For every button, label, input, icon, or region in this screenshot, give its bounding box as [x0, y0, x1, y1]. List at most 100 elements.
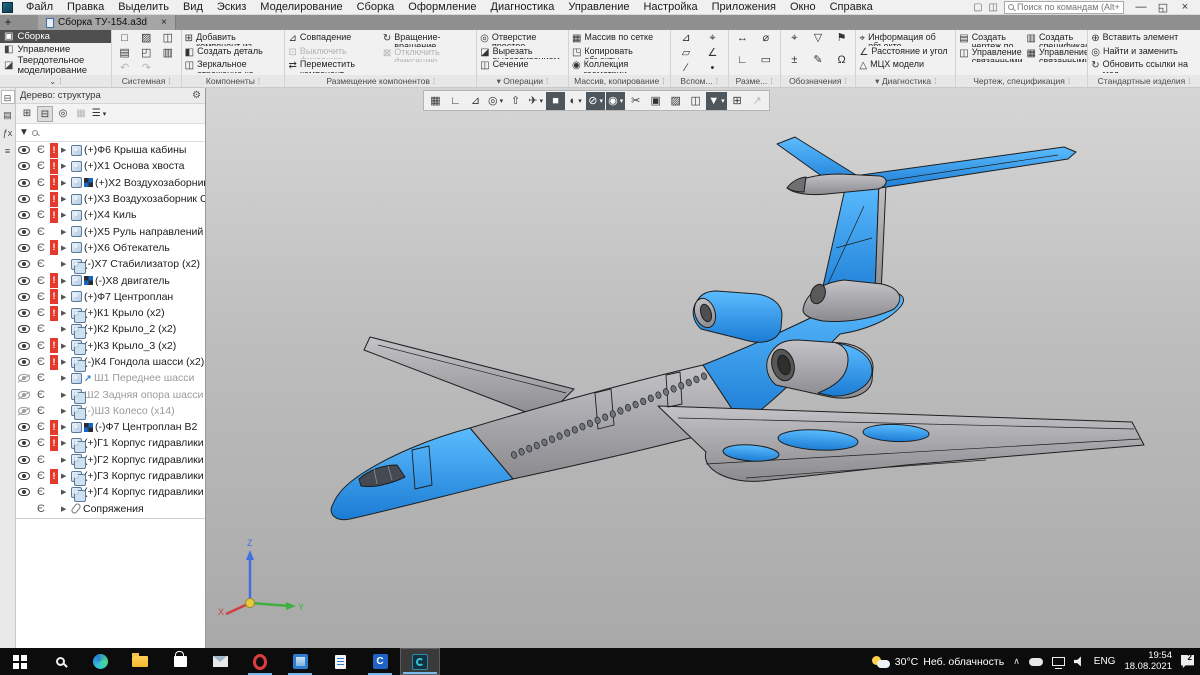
- visibility-eye-icon[interactable]: [18, 325, 30, 333]
- app-blue[interactable]: [280, 648, 320, 675]
- app-c[interactable]: C: [360, 648, 400, 675]
- expand-arrow-icon[interactable]: ▶: [61, 260, 69, 268]
- update-links[interactable]: ↻Обновить ссылки на мод...: [1091, 59, 1197, 73]
- command-search-input[interactable]: [1017, 2, 1120, 12]
- measure[interactable]: ↗: [748, 92, 767, 110]
- tu-154-model[interactable]: [206, 88, 1200, 648]
- tree-row[interactable]: Є ! ▶ ↗ (+)К3 Крыло_3 (x2): [16, 338, 205, 354]
- grid-pattern[interactable]: ▦Массив по сетке: [572, 32, 667, 46]
- expand-arrow-icon[interactable]: ▶: [61, 277, 69, 285]
- volume-icon[interactable]: [1074, 656, 1085, 667]
- visibility-eye-icon[interactable]: [18, 260, 30, 268]
- filter-funnel-icon[interactable]: ▼: [19, 127, 29, 138]
- expand-arrow-icon[interactable]: ▶: [61, 374, 69, 382]
- rotation-rotation[interactable]: ↻Вращение-вращение: [383, 32, 473, 47]
- tree-row[interactable]: Є ! ▶ ↗ Ш1 Переднее шасси: [16, 370, 205, 386]
- mirror-components[interactable]: ◫Зеркальное отражение ко...: [185, 59, 282, 73]
- expand-arrow-icon[interactable]: ▶: [61, 146, 69, 154]
- section-view[interactable]: ◫: [686, 92, 705, 110]
- visibility-eye-icon[interactable]: [18, 407, 30, 415]
- expand-arrow-icon[interactable]: ▶: [61, 439, 69, 447]
- menu-item[interactable]: Настройка: [636, 1, 704, 13]
- menu-item[interactable]: Файл: [19, 1, 60, 13]
- aux-polygon[interactable]: ▱: [674, 46, 698, 60]
- dim-linear[interactable]: ↔: [732, 31, 753, 52]
- tree-row[interactable]: Є ! ▶ ↗ (-)Ф7 Центроплан В2: [16, 419, 205, 435]
- simple-hole[interactable]: ◎Отверстие простое: [480, 32, 565, 46]
- distance-angle[interactable]: ∠Расстояние и угол: [859, 46, 952, 60]
- document-tab[interactable]: Сборка ТУ-154.a3d ×: [38, 15, 176, 30]
- tree-row[interactable]: Є ! ▶ ↗ (+)Г3 Корпус гидравлики (x2): [16, 468, 205, 484]
- opera[interactable]: [240, 648, 280, 675]
- tree-row[interactable]: Є ! ▶ ↗ (-)Х8 двигатель: [16, 272, 205, 288]
- command-search[interactable]: [1004, 1, 1124, 14]
- redo[interactable]: ↷: [136, 61, 156, 75]
- save-document[interactable]: ◫: [158, 31, 178, 45]
- cut-extrude[interactable]: ◪Вырезать выдавливанием: [480, 46, 565, 60]
- tree-row[interactable]: Є ! ▶ ↗ (+)Х2 Воздухозаборник_1: [16, 175, 205, 191]
- disable-fixation[interactable]: ⊠Отключить фиксацию: [383, 47, 473, 62]
- expand-arrow-icon[interactable]: ▶: [61, 162, 69, 170]
- visibility-eye-icon[interactable]: [18, 309, 30, 317]
- panel-tree[interactable]: ⊟: [1, 90, 15, 104]
- tree-row[interactable]: Є ! ▶ ↗ (+)Г4 Корпус гидравлики (x2): [16, 484, 205, 500]
- zone[interactable]: ▨: [666, 92, 685, 110]
- tree-row[interactable]: Є ! ▶ ↗ (-)К4 Гондола шасси (x2): [16, 354, 205, 370]
- tree-filter-input[interactable]: [41, 127, 202, 138]
- expand-arrow-icon[interactable]: ▶: [61, 179, 69, 187]
- note-edit[interactable]: ✎: [807, 53, 829, 74]
- csys-plane[interactable]: ⊿: [466, 92, 485, 110]
- tree-row[interactable]: Є ! ▶ ↗ (+)Х1 Основа хвоста: [16, 158, 205, 174]
- note-datum[interactable]: ▽: [807, 31, 829, 52]
- text-document-app[interactable]: [320, 648, 360, 675]
- expand-arrow-icon[interactable]: ▶: [61, 195, 69, 203]
- new-tab-button[interactable]: +: [0, 15, 16, 30]
- gear-icon[interactable]: ⚙: [192, 90, 201, 101]
- expand-arrow-icon[interactable]: ▶: [61, 391, 69, 399]
- expand-arrow-icon[interactable]: ▶: [61, 325, 69, 333]
- manage-linked-specs[interactable]: ▦Управление связанными с...: [1026, 47, 1087, 62]
- expand-arrow-icon[interactable]: ▶: [61, 309, 69, 317]
- visibility-eye-icon[interactable]: [18, 488, 30, 496]
- add-component[interactable]: ⊞Добавить компонент из...: [185, 32, 282, 46]
- expand-arrow-icon[interactable]: ▶: [61, 293, 69, 301]
- tree-row[interactable]: Є ! ▶ ↗ (+)Х4 Киль: [16, 207, 205, 223]
- aux-plane[interactable]: ⊿: [674, 31, 698, 45]
- copy-objects[interactable]: ◳Копировать объекты: [572, 46, 667, 60]
- grid-display[interactable]: ▦: [426, 92, 445, 110]
- visibility-eye-icon[interactable]: [18, 244, 30, 252]
- aux-line[interactable]: ∕: [674, 61, 698, 75]
- tree-row[interactable]: Є ! ▶ ↗ (+)Х6 Обтекатель: [16, 240, 205, 256]
- menu-item[interactable]: Выделить: [111, 1, 176, 13]
- language-indicator[interactable]: ENG: [1094, 656, 1116, 667]
- tab-close-icon[interactable]: ×: [161, 17, 167, 28]
- enable-fixation[interactable]: ⊡Выключить фиксацию: [288, 46, 378, 60]
- tree-row[interactable]: Є ! ▶ ↗ (+)Г2 Корпус гидравлики (x2): [16, 452, 205, 468]
- visibility-eye-icon[interactable]: [18, 146, 30, 154]
- expand-arrow-icon[interactable]: ▶: [61, 472, 69, 480]
- orientation-iso[interactable]: ✈: [526, 92, 545, 110]
- expand-arrow-icon[interactable]: ▶: [61, 505, 69, 513]
- visibility-eye-icon[interactable]: [18, 228, 30, 236]
- tray-chevron-icon[interactable]: ∧: [1013, 656, 1020, 667]
- coincidence[interactable]: ⊿Совпадение: [288, 32, 378, 46]
- menu-item[interactable]: Правка: [60, 1, 111, 13]
- minimize-button[interactable]: —: [1130, 1, 1152, 14]
- microsoft-store[interactable]: [160, 648, 200, 675]
- menu-item[interactable]: Вид: [176, 1, 210, 13]
- dim-diameter[interactable]: ⌀: [755, 31, 776, 52]
- document-manager[interactable]: ▥: [158, 46, 178, 60]
- tree-hierarchy-view[interactable]: ⊟: [37, 106, 53, 122]
- notification-icon[interactable]: 2: [1181, 655, 1194, 668]
- clip-box[interactable]: ▣: [646, 92, 665, 110]
- note-omega[interactable]: Ω: [831, 53, 853, 74]
- panel-fx[interactable]: ƒx: [1, 126, 15, 140]
- note-target[interactable]: ⌖: [784, 31, 806, 52]
- visibility-eye-icon[interactable]: [18, 472, 30, 480]
- geometry-collection[interactable]: ◉Коллекция геометрии: [572, 59, 667, 73]
- restore-button[interactable]: ◱: [1152, 1, 1174, 14]
- open-document[interactable]: ▨: [136, 31, 156, 45]
- large-assembly-mode[interactable]: ⊞: [728, 92, 747, 110]
- tree-row[interactable]: Є ! ▶ ↗ Сопряжения: [16, 501, 205, 517]
- visibility-eye-icon[interactable]: [18, 342, 30, 350]
